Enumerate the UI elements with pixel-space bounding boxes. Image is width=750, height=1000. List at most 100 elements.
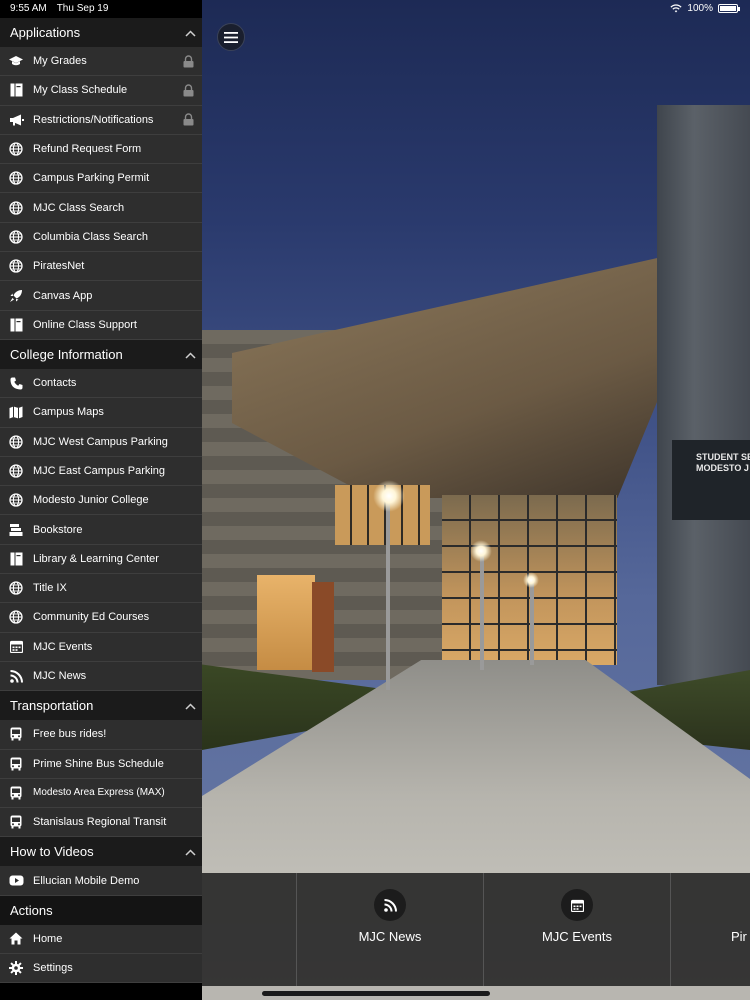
youtube-icon xyxy=(8,873,24,889)
tile-bar: MJC News MJC Events Pir xyxy=(202,873,750,986)
sidebar-item-label: Ellucian Mobile Demo xyxy=(33,874,140,887)
sidebar-item-my-grades[interactable]: My Grades xyxy=(0,47,202,77)
map-icon xyxy=(8,404,24,420)
section-header-how-to-videos[interactable]: How to Videos xyxy=(0,837,202,867)
bus-icon xyxy=(8,785,24,801)
sidebar-item-online-class-support[interactable]: Online Class Support xyxy=(0,310,202,340)
sidebar-item-title-ix[interactable]: Title IX xyxy=(0,574,202,604)
building-sign-text: STUDENT SE MODESTO J xyxy=(696,452,750,473)
sidebar-item-label: Campus Parking Permit xyxy=(33,172,150,185)
globe-icon xyxy=(8,141,24,157)
chevron-up-icon[interactable] xyxy=(185,844,196,859)
status-bar-left: 9:55 AM Thu Sep 19 xyxy=(10,3,108,14)
section-header-applications[interactable]: Applications xyxy=(0,18,202,47)
tile-mjc-news[interactable]: MJC News xyxy=(297,873,484,986)
bookstore-icon xyxy=(8,522,24,538)
globe-icon xyxy=(8,580,24,596)
lamp-post xyxy=(480,550,484,670)
globe-icon xyxy=(8,492,24,508)
sidebar-item-campus-parking-permit[interactable]: Campus Parking Permit xyxy=(0,164,202,194)
sidebar-item-mjc-west-campus-parking[interactable]: MJC West Campus Parking xyxy=(0,427,202,457)
tile-label: MJC Events xyxy=(541,929,613,944)
tile-pir[interactable]: Pir xyxy=(671,873,750,986)
section-header-actions: Actions xyxy=(0,895,202,925)
home-icon xyxy=(8,931,24,947)
rss-icon xyxy=(374,889,406,921)
sidebar-menu: Applications My Grades My Class Schedule Re… xyxy=(0,0,202,1000)
sidebar-item-label: MJC News xyxy=(33,670,87,683)
sidebar-item-columbia-class-search[interactable]: Columbia Class Search xyxy=(0,222,202,253)
sidebar-item-mjc-east-campus-parking[interactable]: MJC East Campus Parking xyxy=(0,456,202,487)
calendar-icon xyxy=(8,639,24,655)
book-icon xyxy=(8,551,24,567)
sidebar-item-restrictions-notifications[interactable]: Restrictions/Notifications xyxy=(0,105,202,135)
book-icon xyxy=(8,317,24,333)
section-title: How to Videos xyxy=(10,844,94,860)
sidebar-item-canvas-app[interactable]: Canvas App xyxy=(0,281,202,311)
sidebar-item-label: Bookstore xyxy=(33,523,83,536)
gear-icon xyxy=(8,960,24,976)
status-bar-right: 100% xyxy=(670,3,740,14)
section-header-transportation[interactable]: Transportation xyxy=(0,691,202,721)
tile-label: Pir xyxy=(731,929,747,944)
home-indicator[interactable] xyxy=(262,991,490,996)
campus-background-photo: STUDENT SE MODESTO J xyxy=(202,0,750,1000)
sidebar-item-label: Prime Shine Bus Schedule xyxy=(33,757,164,770)
sidebar-item-label: Columbia Class Search xyxy=(33,230,148,243)
lock-icon xyxy=(182,113,194,127)
sidebar-item-contacts[interactable]: Contacts xyxy=(0,368,202,399)
sidebar-item-ellucian-mobile-demo[interactable]: Ellucian Mobile Demo xyxy=(0,866,202,896)
chevron-up-icon[interactable] xyxy=(185,698,196,713)
calendar-icon xyxy=(561,889,593,921)
sidebar-item-label: Stanislaus Regional Transit xyxy=(33,816,167,829)
sidebar-item-settings[interactable]: Settings xyxy=(0,954,202,984)
sidebar-item-mjc-class-search[interactable]: MJC Class Search xyxy=(0,193,202,223)
sidebar-item-stanislaus-regional-transit[interactable]: Stanislaus Regional Transit xyxy=(0,808,202,838)
lamp-light xyxy=(373,480,405,512)
sidebar-item-label: Home xyxy=(33,932,63,945)
sidebar-item-modesto-junior-college[interactable]: Modesto Junior College xyxy=(0,486,202,516)
sidebar-item-free-bus-rides[interactable]: Free bus rides! xyxy=(0,720,202,750)
sidebar-item-piratesnet[interactable]: PiratesNet xyxy=(0,252,202,282)
bus-icon xyxy=(8,756,24,772)
section-header-college-information[interactable]: College Information xyxy=(0,339,202,369)
section-title: Transportation xyxy=(10,698,94,714)
lamp-light xyxy=(470,540,492,562)
sidebar-item-label: MJC Class Search xyxy=(33,201,125,214)
sidebar-sections: Applications My Grades My Class Schedule Re… xyxy=(0,18,202,984)
bus-icon xyxy=(8,726,24,742)
sidebar-item-my-class-schedule[interactable]: My Class Schedule xyxy=(0,76,202,106)
sidebar-item-home[interactable]: Home xyxy=(0,924,202,955)
sidebar-item-label: Campus Maps xyxy=(33,406,104,419)
battery-level xyxy=(720,6,736,11)
tile-empty[interactable] xyxy=(202,873,297,986)
sidebar-item-community-ed-courses[interactable]: Community Ed Courses xyxy=(0,603,202,633)
sidebar-item-label: Contacts xyxy=(33,377,77,390)
battery-icon xyxy=(718,4,740,13)
sidebar-item-label: Modesto Area Express (MAX) xyxy=(33,787,165,799)
wood-panel xyxy=(312,582,334,672)
chevron-up-icon[interactable] xyxy=(185,347,196,362)
menu-toggle-button[interactable] xyxy=(217,23,245,51)
sidebar-item-bookstore[interactable]: Bookstore xyxy=(0,515,202,545)
sidebar-item-library-learning-center[interactable]: Library & Learning Center xyxy=(0,544,202,575)
book-icon xyxy=(8,82,24,98)
lock-icon xyxy=(182,54,194,68)
sidebar-item-campus-maps[interactable]: Campus Maps xyxy=(0,398,202,428)
sidebar-item-prime-shine-bus-schedule[interactable]: Prime Shine Bus Schedule xyxy=(0,749,202,779)
lamp-light xyxy=(523,572,539,588)
sidebar-item-label: Title IX xyxy=(33,582,67,595)
sidebar-item-label: My Class Schedule xyxy=(33,84,128,97)
sidebar-item-label: MJC East Campus Parking xyxy=(33,465,166,477)
sidebar-item-refund-request-form[interactable]: Refund Request Form xyxy=(0,134,202,165)
sidebar-item-mjc-news[interactable]: MJC News xyxy=(0,661,202,692)
section-title: Actions xyxy=(10,902,53,918)
sidebar-item-mjc-events[interactable]: MJC Events xyxy=(0,632,202,662)
sidebar-item-modesto-area-express-max[interactable]: Modesto Area Express (MAX) xyxy=(0,778,202,809)
sidebar-item-label: Restrictions/Notifications xyxy=(33,113,154,126)
chevron-up-icon[interactable] xyxy=(185,25,196,40)
globe-icon xyxy=(8,200,24,216)
globe-icon xyxy=(8,258,24,274)
tile-mjc-events[interactable]: MJC Events xyxy=(484,873,671,986)
graduation-cap-icon xyxy=(8,53,24,69)
